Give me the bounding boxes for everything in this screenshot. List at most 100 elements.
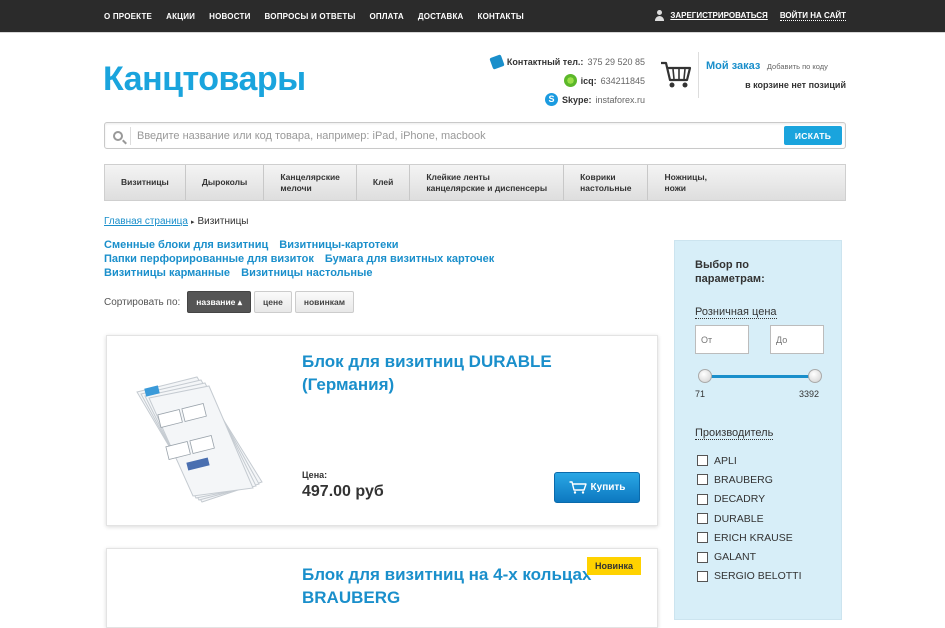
checkbox[interactable] [697,532,708,544]
nav-about[interactable]: О ПРОЕКТЕ [104,12,152,21]
manufacturer-option[interactable]: GALANT [697,547,802,566]
manufacturer-option[interactable]: DURABLE [697,509,802,528]
icq-row: icq: 634211845 [470,71,645,90]
nav-promotions[interactable]: АКЦИИ [166,12,195,21]
login-link[interactable]: ВОЙТИ НА САЙТ [779,11,846,21]
new-badge: Новинка [587,557,642,575]
manufacturer-option[interactable]: APLI [697,451,802,470]
price-min-value: 71 [695,389,706,399]
slider-max-handle[interactable] [808,369,822,383]
breadcrumb-arrow-icon: ▸ [190,218,195,226]
manufacturer-name: APLI [714,454,737,467]
subcat-card-paper[interactable]: Бумага для визитных карточек [325,253,494,265]
search-icon [113,131,123,141]
site-logo[interactable]: Канцтовары [103,60,306,99]
checkbox[interactable] [697,513,708,525]
product-card: Блок для визитниц DURABLE (Германия) Цен… [106,335,658,526]
search-button[interactable]: ИСКАТЬ [784,126,842,145]
search-bar: ИСКАТЬ [104,122,846,149]
manufacturer-list: APLI BRAUBERG DECADRY DURABLE ERICH KRAU… [697,451,802,586]
icq-value: 634211845 [600,75,645,86]
phone-value: 375 29 520 85 [587,56,645,67]
price-from-input[interactable] [695,325,749,354]
sort-by-name-button[interactable]: название ▴ [187,291,252,313]
skype-value: instaforex.ru [595,94,645,105]
product-title[interactable]: Блок для визитниц DURABLE (Германия) [302,350,622,396]
skype-row: S Skype: instaforex.ru [470,90,645,109]
top-bar: О ПРОЕКТЕ АКЦИИ НОВОСТИ ВОПРОСЫ И ОТВЕТЫ… [0,0,945,33]
top-nav: О ПРОЕКТЕ АКЦИИ НОВОСТИ ВОПРОСЫ И ОТВЕТЫ… [104,12,524,21]
category-label: Канцелярские мелочи [280,171,340,193]
manufacturer-name: DURABLE [714,512,764,525]
product-image[interactable] [127,372,267,512]
price-to-input[interactable] [770,325,824,354]
auth-links: ЗАРЕГИСТРИРОВАТЬСЯ ВОЙТИ НА САЙТ [654,10,846,21]
nav-faq[interactable]: ВОПРОСЫ И ОТВЕТЫ [265,12,356,21]
subcategory-links: Сменные блоки для визитниц Визитницы-кар… [104,238,664,280]
subcat-refill-blocks[interactable]: Сменные блоки для визитниц [104,239,268,251]
phone-label: Контактный тел.: [506,56,584,67]
category-business-card-holders[interactable]: Визитницы [105,165,186,200]
sort-label: Сортировать по: [104,296,181,308]
checkbox[interactable] [697,570,708,582]
checkbox[interactable] [697,474,708,486]
category-menu: Визитницы Дыроколы Канцелярские мелочи Кл… [104,164,846,201]
breadcrumb-current: Визитницы [197,216,249,227]
cart-icon [569,481,587,494]
nav-news[interactable]: НОВОСТИ [209,12,250,21]
manufacturer-name: SERGIO BELOTTI [714,570,802,583]
filter-panel: Выбор по параметрам: Розничная цена 71 3… [674,240,842,620]
price-range-slider[interactable] [698,369,822,383]
search-input[interactable] [137,127,777,145]
product-title[interactable]: Блок для визитниц на 4-х кольцах BRAUBER… [302,563,622,609]
filter-title: Выбор по параметрам: [695,259,765,285]
category-adhesive-tapes[interactable]: Клейкие ленты канцелярские и диспенсеры [410,165,565,200]
subcat-perforated-folders[interactable]: Папки перфорированные для визиток [104,253,314,265]
manufacturer-option[interactable]: SERGIO BELOTTI [697,567,802,586]
category-label: Визитницы [121,177,169,187]
manufacturer-option[interactable]: BRAUBERG [697,470,802,489]
header-divider [698,52,699,98]
category-label: Клейкие ленты канцелярские и диспенсеры [426,171,548,193]
category-hole-punchers[interactable]: Дыроколы [186,165,265,200]
manufacturer-option[interactable]: ERICH KRAUSE [697,528,802,547]
search-separator [130,127,131,145]
price-max-value: 3392 [799,389,820,399]
buy-button[interactable]: Купить [554,472,640,503]
order-block: Мой заказ Добавить по коду в корзине нет… [706,60,846,90]
price-filter-label[interactable]: Розничная цена [695,306,777,319]
checkbox[interactable] [697,493,708,505]
price-label: Цена: [302,470,328,480]
category-office-supplies[interactable]: Канцелярские мелочи [264,165,357,200]
cart-empty-text: в корзине нет позиций [745,80,846,90]
icq-icon [563,74,577,87]
nav-delivery[interactable]: ДОСТАВКА [418,12,464,21]
slider-min-handle[interactable] [698,369,712,383]
category-desk-mats[interactable]: Коврики настольные [564,165,649,200]
manufacturer-option[interactable]: DECADRY [697,490,802,509]
user-icon [654,10,665,21]
subcat-desk-holders[interactable]: Визитницы настольные [241,267,372,279]
subcat-pocket-holders[interactable]: Визитницы карманные [104,267,230,279]
phone-icon [489,53,505,70]
manufacturer-name: BRAUBERG [714,473,773,486]
buy-button-label: Купить [590,482,626,493]
category-scissors-knives[interactable]: Ножницы, ножи [648,165,722,200]
category-glue[interactable]: Клей [357,165,411,200]
subcat-card-files[interactable]: Визитницы-картотеки [279,239,398,251]
register-link[interactable]: ЗАРЕГИСТРИРОВАТЬСЯ [654,10,768,21]
checkbox[interactable] [697,455,708,467]
breadcrumb-home[interactable]: Главная страница [104,216,188,227]
nav-contacts[interactable]: КОНТАКТЫ [478,12,524,21]
manufacturer-name: ERICH KRAUSE [714,531,793,544]
manufacturer-name: DECADRY [714,493,766,506]
nav-payment[interactable]: ОПЛАТА [369,12,403,21]
add-by-code-link[interactable]: Добавить по коду [767,62,828,71]
cart-icon[interactable] [660,60,692,90]
checkbox[interactable] [697,551,708,563]
sort-by-price-button[interactable]: цене [254,291,292,313]
manufacturer-filter-label[interactable]: Производитель [695,427,774,440]
product-card: Блок для визитниц на 4-х кольцах BRAUBER… [106,548,658,628]
my-order-link[interactable]: Мой заказ [706,60,760,72]
sort-by-new-button[interactable]: новинкам [294,291,355,313]
